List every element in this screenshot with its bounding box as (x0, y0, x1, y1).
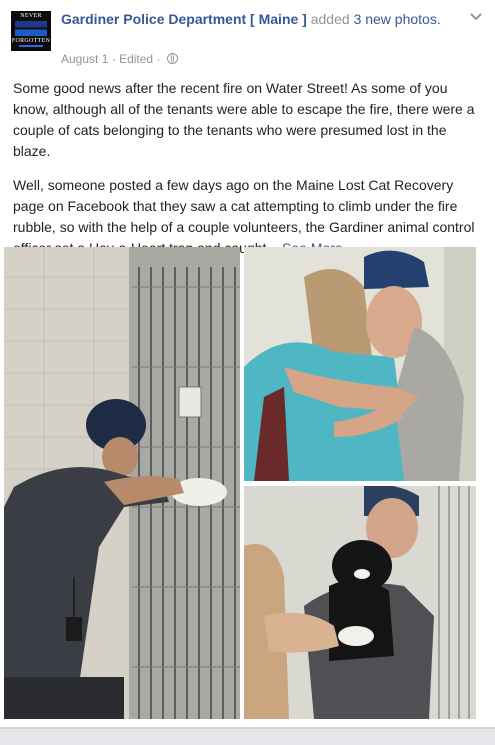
photo-cat-image (244, 486, 476, 719)
chevron-down-icon[interactable] (469, 12, 483, 22)
post-card: NEVER FORGOTTEN Gardiner Police Departme… (0, 0, 495, 728)
thin-blue-line (19, 45, 43, 47)
page-name-link[interactable]: Gardiner Police Department [ Maine ] (61, 11, 307, 27)
meta-separator: · (156, 52, 161, 66)
meta-separator: · (111, 52, 116, 66)
post-paragraph-2-text: Well, someone posted a few days ago on t… (13, 177, 475, 256)
post-header: Gardiner Police Department [ Maine ] add… (61, 10, 441, 29)
flag-emblem (15, 21, 47, 36)
photos-count-link[interactable]: 3 new photos. (354, 11, 441, 27)
action-text: added (310, 11, 350, 27)
page-avatar[interactable]: NEVER FORGOTTEN (11, 11, 51, 51)
avatar-bottom-text: FORGOTTEN (11, 38, 51, 44)
post-date[interactable]: August 1 (61, 52, 108, 66)
photo-cat[interactable] (244, 486, 476, 719)
photo-cage-image (4, 247, 240, 719)
post-meta: August 1 · Edited · (61, 52, 178, 66)
globe-icon[interactable] (166, 53, 178, 64)
bottom-bar (0, 728, 495, 745)
edited-label[interactable]: Edited (119, 52, 153, 66)
post-paragraph-1: Some good news after the recent fire on … (13, 80, 475, 159)
photo-hug[interactable] (244, 247, 476, 481)
avatar-top-text: NEVER (20, 13, 42, 19)
photo-cage[interactable] (4, 247, 240, 719)
photo-hug-image (244, 247, 476, 481)
